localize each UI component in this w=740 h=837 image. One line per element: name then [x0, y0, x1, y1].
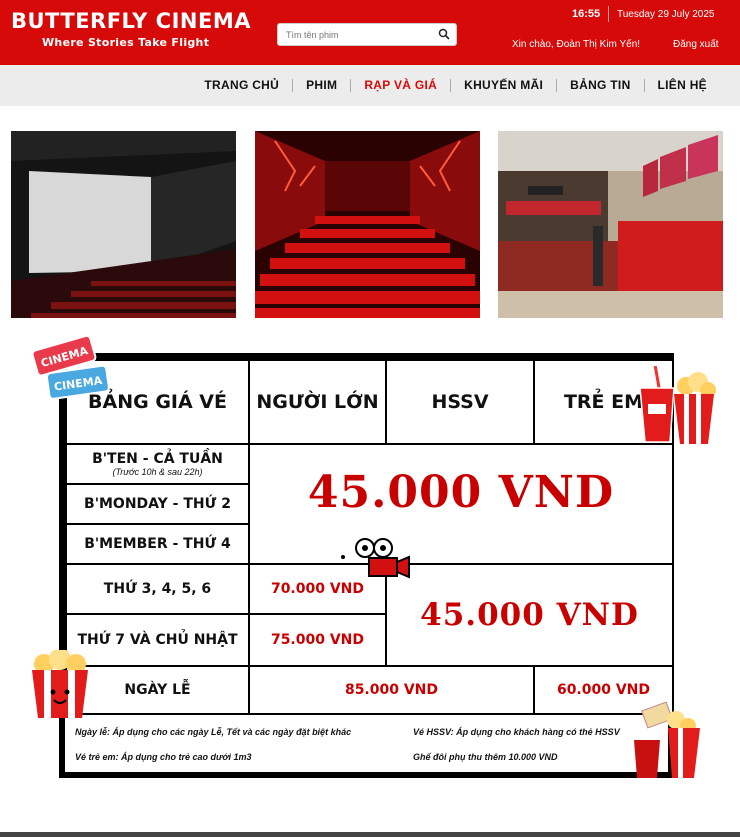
promo-price: 45.000 VND [248, 443, 674, 565]
nav-movies[interactable]: PHIM [292, 79, 350, 92]
row-weekday: THỨ 3, 4, 5, 6 [65, 563, 250, 615]
nav-cinemas-prices[interactable]: RẠP VÀ GIÁ [350, 79, 450, 92]
search-box [277, 23, 457, 46]
film-camera-icon [341, 538, 410, 579]
nav-promotions[interactable]: KHUYẾN MÃI [450, 79, 556, 92]
ticket-box-lobby-photo [498, 131, 723, 318]
brand-name: BUTTERFLY CINEMA [11, 9, 251, 33]
search-icon[interactable] [438, 28, 450, 40]
holiday-adult-student-price: 85.000 VND [248, 665, 535, 715]
clock-time: 16:55 [572, 8, 601, 20]
top-header: BUTTERFLY CINEMA Where Stories Take Flig… [0, 0, 740, 65]
divider [608, 6, 609, 22]
row-bten: B'TEN - CẢ TUẦN (Trước 10h & sau 22h) [65, 443, 250, 485]
search-input[interactable] [278, 24, 428, 45]
header-student: HSSV [385, 359, 535, 445]
row-bmonday: B'MONDAY - THỨ 2 [65, 483, 250, 525]
page-bottom-bar [0, 832, 740, 837]
row-weekend: THỨ 7 VÀ CHỦ NHẬT [65, 613, 250, 667]
cinema-ticket-icon: CINEMA CINEMA [31, 334, 110, 400]
logout-link[interactable]: Đăng xuất [673, 39, 719, 50]
nav-home[interactable]: TRANG CHỦ [191, 79, 292, 92]
main-nav: TRANG CHỦ PHIM RẠP VÀ GIÁ KHUYẾN MÃI BẢN… [191, 79, 720, 92]
brand-logo[interactable]: BUTTERFLY CINEMA Where Stories Take Flig… [11, 9, 251, 49]
note-child: Vé trẻ em: Áp dụng cho trẻ cao dưới 1m3 [75, 752, 252, 762]
nav-news[interactable]: BẢNG TIN [556, 79, 643, 92]
note-couple-seat: Ghế đôi phụ thu thêm 10.000 VND [413, 752, 558, 762]
weekday-weekend-student-child-price: 45.000 VND [385, 563, 674, 667]
header-adult: NGƯỜI LỚN [248, 359, 387, 445]
popcorn-soda-icon [639, 366, 716, 444]
note-student: Vé HSSV: Áp dụng cho khách hàng có thẻ H… [413, 727, 620, 737]
user-greeting[interactable]: Xin chào, Đoàn Thị Kim Yến! [512, 39, 640, 50]
red-seats-theater-photo [255, 131, 480, 318]
row-bmember: B'MEMBER - THỨ 4 [65, 523, 250, 565]
ticket-price-board: BẢNG GIÁ VÉ NGƯỜI LỚN HSSV TRẺ EM B'TEN … [59, 353, 674, 778]
row-bten-label: B'TEN - CẢ TUẦN [92, 451, 223, 467]
row-bten-note: (Trước 10h & sau 22h) [112, 467, 203, 477]
main-nav-bar: TRANG CHỦ PHIM RẠP VÀ GIÁ KHUYẾN MÃI BẢN… [0, 65, 740, 106]
popcorn-face-icon [32, 650, 88, 718]
brand-tagline: Where Stories Take Flight [42, 36, 210, 49]
current-date: Tuesday 29 July 2025 [617, 9, 715, 20]
nav-contact[interactable]: LIÊN HỆ [643, 79, 720, 92]
note-holiday: Ngày lễ: Áp dụng cho các ngày Lễ, Tết và… [75, 727, 352, 737]
row-holiday: NGÀY LỄ [65, 665, 250, 715]
cinema-screen-hall-photo [11, 131, 236, 318]
weekend-adult-price: 75.000 VND [248, 613, 387, 667]
popcorn-tickets-icon [634, 701, 700, 778]
